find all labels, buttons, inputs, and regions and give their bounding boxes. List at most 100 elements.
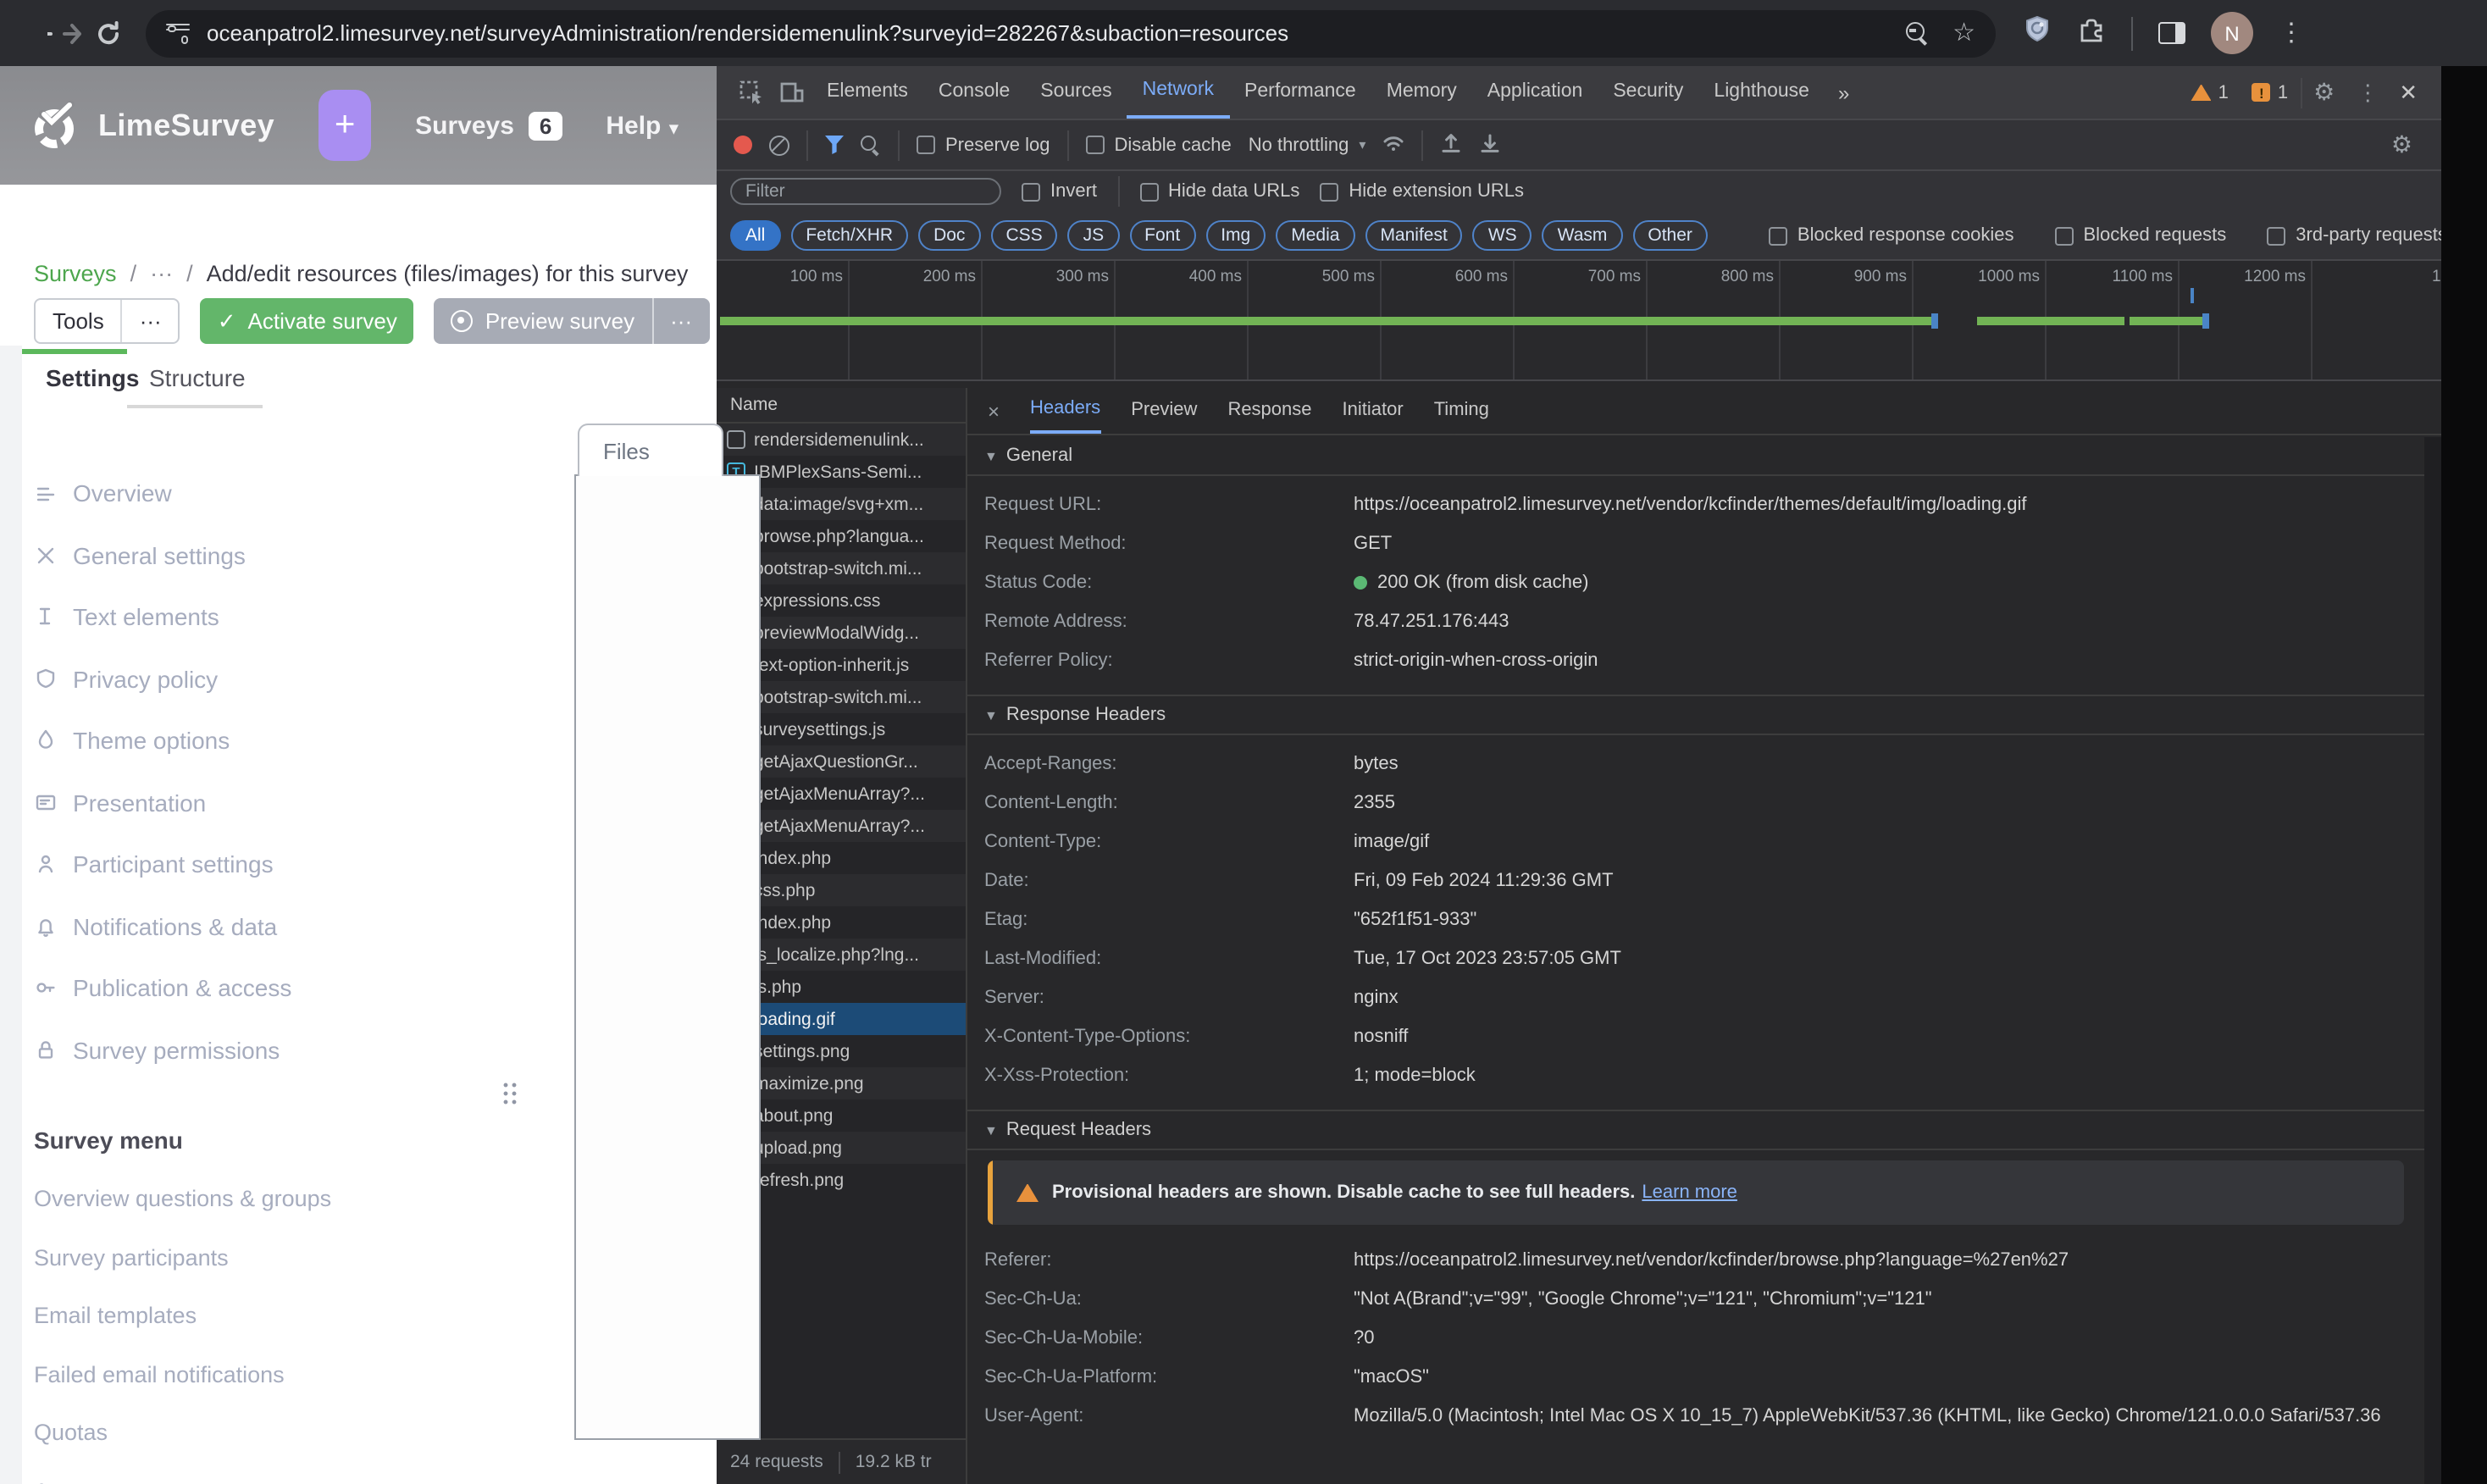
filter-chip-other[interactable]: Other [1632, 220, 1708, 251]
import-har-icon[interactable] [1440, 131, 1462, 158]
filter-chip-js[interactable]: JS [1067, 220, 1120, 251]
filter-chip-img[interactable]: Img [1205, 220, 1266, 251]
learn-more-link[interactable]: Learn more [1642, 1182, 1737, 1203]
invert-checkbox[interactable]: Invert [1022, 181, 1097, 202]
devtools-settings-icon[interactable]: ⚙ [2313, 78, 2335, 107]
filter-chip-media[interactable]: Media [1276, 220, 1355, 251]
filter-chip-css[interactable]: CSS [990, 220, 1058, 251]
filter-chip-fetchxhr[interactable]: Fetch/XHR [790, 220, 909, 251]
checkbox-icon[interactable] [1768, 226, 1787, 245]
sidebar-item-privacy-policy[interactable]: Privacy policy [34, 648, 331, 710]
activate-survey-button[interactable]: ✓ Activate survey [200, 298, 414, 344]
hide-data-urls-checkbox[interactable]: Hide data URLs [1139, 181, 1299, 202]
url-text[interactable]: oceanpatrol2.limesurvey.net/surveyAdmini… [207, 20, 1892, 46]
nav-help[interactable]: Help ▾ [606, 111, 678, 140]
devtools-tab-security[interactable]: Security [1598, 68, 1698, 117]
sidebar-item-survey-permissions[interactable]: Survey permissions [34, 1019, 331, 1081]
hide-extension-urls-checkbox[interactable]: Hide extension URLs [1320, 181, 1524, 202]
checkbox-icon[interactable] [2054, 226, 2074, 245]
filter-chip-wasm[interactable]: Wasm [1542, 220, 1623, 251]
survey-menu-item[interactable]: Overview questions & groups [34, 1170, 331, 1228]
name-column-header[interactable]: Name [717, 388, 966, 424]
sidebar-item-theme-options[interactable]: Theme options [34, 710, 331, 772]
side-panel-icon[interactable] [2158, 22, 2185, 44]
detail-scrollbar[interactable] [2424, 437, 2441, 1484]
checkbox-icon[interactable] [1320, 182, 1339, 201]
checkbox-icon[interactable] [1022, 182, 1040, 201]
inspect-cursor-icon[interactable] [730, 72, 771, 113]
third-party-checkbox[interactable]: 3rd-party requests [2267, 225, 2447, 246]
section-header[interactable]: ▼ General [967, 437, 2424, 476]
survey-menu-item[interactable]: Assessments [34, 1462, 331, 1484]
blocked-cookies-checkbox[interactable]: Blocked response cookies [1768, 225, 2014, 246]
filter-chip-ws[interactable]: WS [1472, 220, 1532, 251]
issues-badge[interactable]: ! 1 [2252, 82, 2288, 102]
sidebar-item-overview[interactable]: Overview [34, 462, 331, 524]
devtools-tab-performance[interactable]: Performance [1229, 68, 1371, 117]
bookmark-star-icon[interactable]: ☆ [1952, 20, 1975, 46]
network-timeline-overview[interactable]: 100 ms 200 ms 300 ms 400 ms 500 ms 600 ms 700 … [717, 261, 2441, 381]
limesurvey-logo-icon[interactable] [27, 97, 85, 154]
tools-button[interactable]: Tools ··· [34, 298, 180, 344]
warnings-badge[interactable]: 1 [2191, 82, 2229, 102]
devtools-tab-network[interactable]: Network [1127, 66, 1230, 119]
filter-chip-font[interactable]: Font [1129, 220, 1196, 251]
search-icon[interactable] [861, 135, 881, 155]
preserve-log-checkbox[interactable]: Preserve log [917, 135, 1050, 155]
devtools-tab-elements[interactable]: Elements [811, 68, 923, 117]
browser-menu-icon[interactable]: ⋮ [2279, 20, 2304, 46]
close-detail-icon[interactable]: × [988, 399, 1000, 423]
zoom-icon[interactable] [1905, 21, 1929, 45]
throttling-select[interactable]: No throttling ▾ [1249, 135, 1366, 155]
detail-tab-preview[interactable]: Preview [1131, 390, 1197, 432]
filter-funnel-icon[interactable] [825, 136, 844, 154]
filter-chip-all[interactable]: All [730, 220, 781, 251]
request-row[interactable]: rendersidemenulink... [717, 424, 966, 456]
sidebar-item-general-settings[interactable]: General settings [34, 524, 331, 586]
nav-surveys[interactable]: Surveys [415, 111, 514, 140]
sidebar-item-participant-settings[interactable]: Participant settings [34, 833, 331, 895]
preview-survey-button[interactable]: Preview survey ··· [434, 298, 710, 344]
devtools-tab-sources[interactable]: Sources [1025, 68, 1127, 117]
tab-settings[interactable]: Settings [46, 364, 139, 391]
survey-menu-item[interactable]: Survey participants [34, 1228, 331, 1287]
sidebar-item-notifications[interactable]: Notifications & data [34, 895, 331, 957]
section-header[interactable]: ▼ Request Headers [967, 1111, 2424, 1150]
export-har-icon[interactable] [1479, 131, 1501, 158]
shield-extension-icon[interactable] [2023, 14, 2052, 52]
filter-chip-manifest[interactable]: Manifest [1365, 220, 1463, 251]
sidebar-item-presentation[interactable]: Presentation [34, 772, 331, 833]
network-settings-icon[interactable]: ⚙ [2391, 130, 2412, 159]
site-info-icon[interactable] [166, 23, 190, 43]
tools-more-icon[interactable]: ··· [123, 308, 179, 334]
disable-cache-checkbox[interactable]: Disable cache [1085, 135, 1232, 155]
detail-tab-headers[interactable]: Headers [1030, 388, 1101, 434]
breadcrumb-surveys[interactable]: Surveys [34, 261, 117, 286]
checkbox-icon[interactable] [1139, 182, 1159, 201]
devtools-tab-application[interactable]: Application [1472, 68, 1598, 117]
checkbox-icon[interactable] [2267, 226, 2286, 245]
devtools-tab-lighthouse[interactable]: Lighthouse [1698, 68, 1825, 117]
record-icon[interactable] [734, 136, 752, 154]
filter-input[interactable]: Filter [730, 178, 1001, 205]
detail-tab-initiator[interactable]: Initiator [1343, 390, 1404, 432]
devtools-close-icon[interactable]: ✕ [2399, 79, 2418, 106]
drag-handle-icon[interactable] [501, 1081, 518, 1105]
sidebar-item-publication-access[interactable]: Publication & access [34, 957, 331, 1019]
survey-menu-item[interactable]: Failed email notifications [34, 1345, 331, 1404]
detail-tab-response[interactable]: Response [1227, 390, 1311, 432]
preview-more-icon[interactable]: ··· [653, 308, 709, 334]
tab-structure[interactable]: Structure [149, 364, 246, 391]
files-tab[interactable]: Files [578, 424, 723, 476]
survey-menu-item[interactable]: Quotas [34, 1404, 331, 1462]
devtools-tab-console[interactable]: Console [923, 68, 1025, 117]
profile-avatar[interactable]: N [2211, 12, 2253, 54]
devtools-tab-memory[interactable]: Memory [1371, 68, 1472, 117]
filter-chip-doc[interactable]: Doc [918, 220, 981, 251]
devtools-menu-icon[interactable]: ⋮ [2357, 79, 2379, 106]
breadcrumb-ellipsis[interactable]: ··· [150, 261, 173, 286]
checkbox-icon[interactable] [917, 136, 935, 154]
reload-icon[interactable] [91, 16, 125, 50]
section-header[interactable]: ▼ Response Headers [967, 696, 2424, 735]
survey-menu-item[interactable]: Email templates [34, 1287, 331, 1345]
